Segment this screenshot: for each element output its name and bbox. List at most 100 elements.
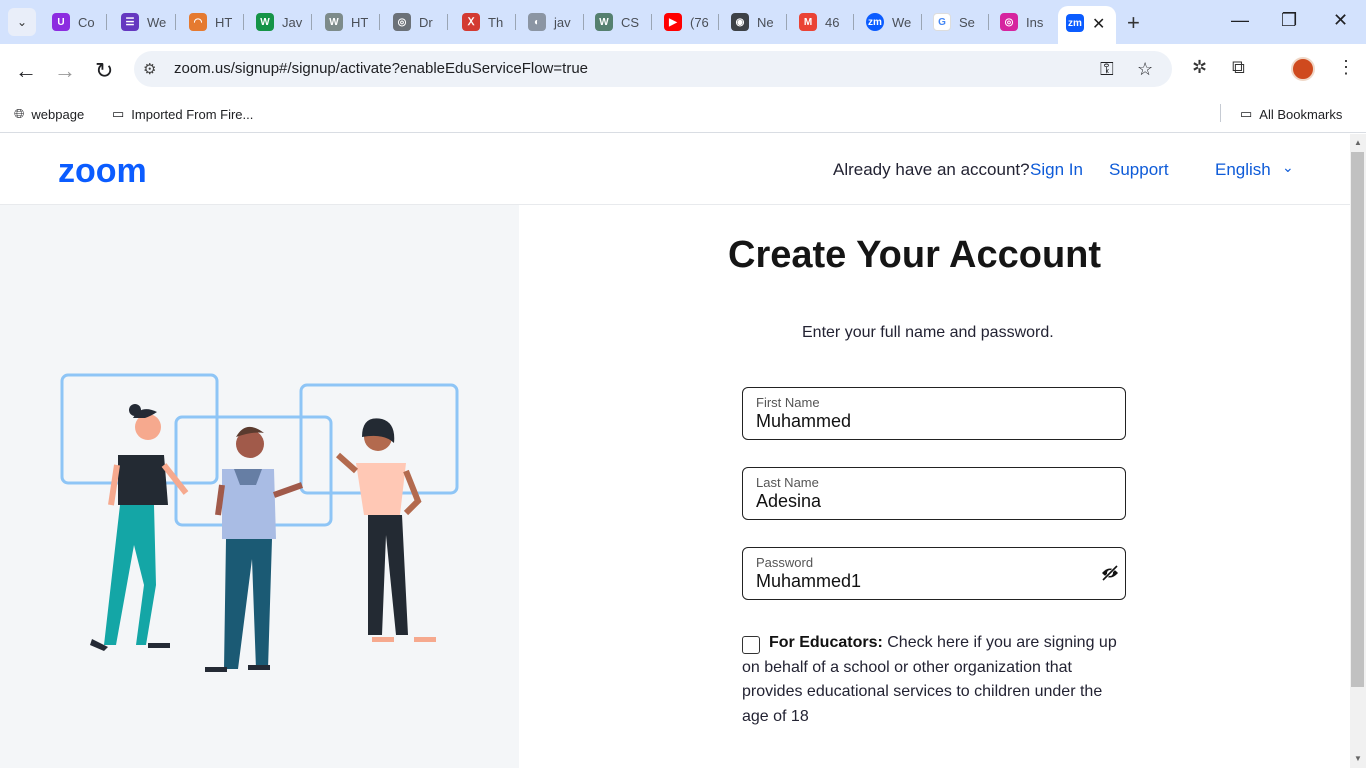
last-name-input[interactable]: [756, 491, 1086, 512]
minimize-button[interactable]: —: [1231, 10, 1249, 31]
password-input[interactable]: [756, 571, 1086, 592]
tab-favicon-icon: ◐: [528, 13, 546, 31]
password-key-icon[interactable]: ⚿: [1100, 59, 1114, 80]
forward-button[interactable]: →: [54, 58, 76, 84]
first-name-input[interactable]: [756, 411, 1086, 432]
first-name-label: First Name: [756, 395, 820, 410]
tab-title: Se: [959, 14, 975, 30]
scroll-up-icon[interactable]: ▲: [1354, 138, 1362, 147]
browser-tab[interactable]: ◉ Ne: [731, 8, 774, 36]
bookmark-webpage[interactable]: 🌐︎ webpage: [14, 106, 84, 122]
sign-in-link[interactable]: Sign In: [1030, 160, 1083, 180]
close-tab-icon[interactable]: ✕: [1092, 14, 1105, 34]
folder-icon: ▭: [1240, 106, 1253, 121]
scroll-down-icon[interactable]: ▼: [1354, 754, 1362, 763]
browser-tab[interactable]: W Jav: [256, 8, 302, 36]
bookmark-imported[interactable]: ▭ Imported From Fire...: [112, 106, 253, 122]
tab-favicon-icon: G: [933, 13, 951, 31]
url-text[interactable]: zoom.us/signup#/signup/activate?enableEd…: [174, 60, 588, 77]
more-menu-icon[interactable]: ⋮: [1337, 57, 1355, 78]
active-tab[interactable]: zm ✕: [1058, 6, 1116, 44]
restore-button[interactable]: ❐: [1281, 10, 1297, 31]
back-button[interactable]: ←: [15, 58, 37, 84]
browser-tab[interactable]: ☰ We: [121, 8, 166, 36]
new-tab-button[interactable]: +: [1127, 10, 1140, 36]
all-bookmarks[interactable]: ▭ All Bookmarks: [1240, 106, 1342, 122]
browser-tab[interactable]: zm We: [866, 8, 911, 36]
chevron-down-icon[interactable]: ⌄: [1282, 159, 1294, 176]
browser-tab[interactable]: W CS: [595, 8, 639, 36]
tab-title: Dr: [419, 14, 433, 30]
educator-description: For Educators: Check here if you are sig…: [742, 631, 1127, 729]
address-bar[interactable]: ⚙ zoom.us/signup#/signup/activate?enable…: [134, 51, 1172, 87]
scrollbar-thumb[interactable]: [1351, 152, 1364, 687]
support-link[interactable]: Support: [1109, 160, 1169, 180]
hide-password-icon[interactable]: [1100, 563, 1120, 583]
browser-tab[interactable]: M 46: [799, 8, 839, 36]
educator-bold-label: For Educators:: [769, 634, 883, 651]
tab-strip: ⌄ U Co ☰ We ◠ HT W Jav W HT ◎ Dr Ⅹ Th ◐ jav W CS …: [0, 0, 1366, 44]
profile-avatar[interactable]: [1291, 57, 1315, 81]
bookmark-label: webpage: [31, 106, 85, 122]
tab-title: Ins: [1026, 14, 1044, 30]
tab-title: We: [147, 14, 167, 30]
tab-favicon-icon: M: [799, 13, 817, 31]
browser-toolbar: ← → ↻ ⚙ zoom.us/signup#/signup/activate?…: [0, 44, 1366, 98]
browser-chrome: ⌄ U Co ☰ We ◠ HT W Jav W HT ◎ Dr Ⅹ Th ◐ jav W CS …: [0, 0, 1366, 133]
language-selector[interactable]: English: [1215, 160, 1271, 180]
site-header: zoom Already have an account? Sign In Su…: [0, 134, 1350, 205]
close-window-button[interactable]: ✕: [1333, 10, 1348, 31]
page-title: Create Your Account: [728, 234, 1102, 276]
already-have-account-text: Already have an account?: [833, 160, 1030, 179]
tab-title: (76: [690, 14, 709, 30]
tab-title: Jav: [282, 14, 303, 30]
browser-tab[interactable]: ◎ Ins: [1000, 8, 1043, 36]
site-settings-icon[interactable]: ⚙: [143, 60, 161, 78]
tab-favicon-icon: Ⅹ: [462, 13, 480, 31]
browser-tab[interactable]: ▶ (76: [664, 8, 709, 36]
last-name-label: Last Name: [756, 475, 819, 490]
illustration-panel: [0, 205, 519, 768]
browser-tab[interactable]: U Co: [52, 8, 95, 36]
page-content: zoom Already have an account? Sign In Su…: [0, 134, 1350, 768]
browser-tab[interactable]: G Se: [933, 8, 975, 36]
tab-favicon-icon: ◎: [393, 13, 411, 31]
browser-tab[interactable]: ◠ HT: [189, 8, 232, 36]
tab-favicon-icon: ◉: [731, 13, 749, 31]
bookmarks-bar: 🌐︎ webpage ▭ Imported From Fire... ▭ All Bo…: [0, 98, 1366, 133]
tab-title: CS: [621, 14, 640, 30]
bookmark-label: Imported From Fire...: [131, 106, 254, 122]
password-field[interactable]: Password: [742, 547, 1126, 600]
globe-icon: 🌐︎: [14, 106, 25, 121]
tab-favicon-icon: U: [52, 13, 70, 31]
tab-title: HT: [351, 14, 369, 30]
tab-favicon-icon: W: [595, 13, 613, 31]
browser-tab[interactable]: Ⅹ Th: [462, 8, 503, 36]
tab-favicon-icon: W: [256, 13, 274, 31]
tab-title: Ne: [757, 14, 774, 30]
form-subtitle: Enter your full name and password.: [802, 324, 1054, 341]
zoom-favicon-icon: zm: [1066, 14, 1084, 32]
tab-title: 46: [825, 14, 840, 30]
tab-favicon-icon: ▶: [664, 13, 682, 31]
tab-title: HT: [215, 14, 233, 30]
first-name-field[interactable]: First Name: [742, 387, 1126, 440]
tab-title: jav: [554, 14, 571, 30]
extensions-puzzle-icon[interactable]: ⧉: [1232, 57, 1245, 78]
tab-favicon-icon: ☰: [121, 13, 139, 31]
tab-search-button[interactable]: ⌄: [8, 8, 36, 36]
tab-title: Th: [488, 14, 504, 30]
page-scrollbar[interactable]: ▲ ▼: [1350, 134, 1366, 768]
extension-bug-icon[interactable]: ✲: [1192, 57, 1207, 78]
browser-tab[interactable]: ◐ jav: [528, 8, 571, 36]
tab-favicon-icon: zm: [866, 13, 884, 31]
password-label: Password: [756, 555, 814, 570]
last-name-field[interactable]: Last Name: [742, 467, 1126, 520]
zoom-logo[interactable]: zoom: [58, 152, 147, 191]
reload-button[interactable]: ↻: [95, 58, 113, 84]
browser-tab[interactable]: ◎ Dr: [393, 8, 433, 36]
browser-tab[interactable]: W HT: [325, 8, 368, 36]
bookmark-star-icon[interactable]: ☆: [1137, 59, 1153, 80]
tab-title: Co: [78, 14, 95, 30]
folder-icon: ▭: [112, 106, 125, 121]
